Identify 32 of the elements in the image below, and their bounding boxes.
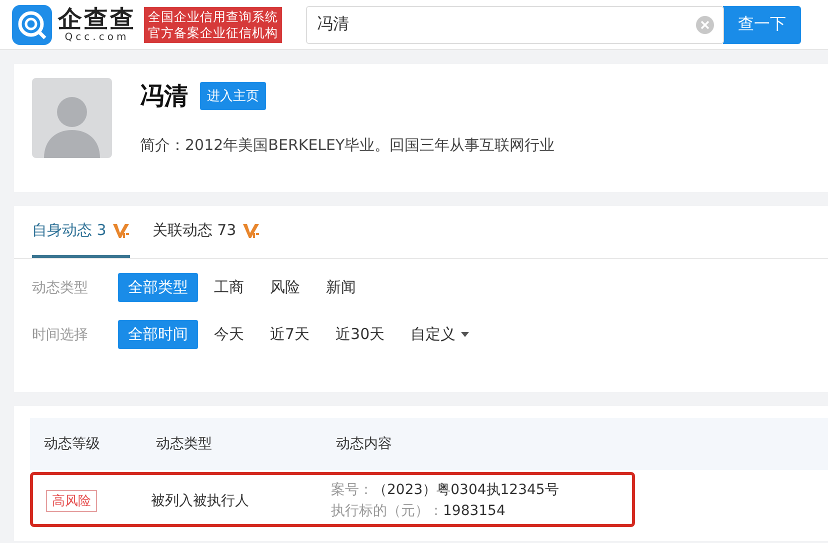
homepage-button[interactable]: 进入主页 <box>200 82 266 110</box>
slogan-banner: 全国企业信用查询系统 官方备案企业征信机构 <box>144 6 282 42</box>
filter-option[interactable]: 新闻 <box>316 273 366 302</box>
search-button[interactable]: 查一下 <box>723 6 801 44</box>
event-type: 被列入被执行人 <box>151 492 250 510</box>
content-value: 1983154 <box>443 503 506 519</box>
column-header: 动态类型 <box>156 435 213 453</box>
filter-option[interactable]: 近7天 <box>260 320 320 349</box>
tab[interactable]: 关联动态 73 <box>152 206 260 258</box>
filter-option[interactable]: 今天 <box>204 320 254 349</box>
tab[interactable]: 自身动态 3 <box>32 206 130 258</box>
filter-label: 动态类型 <box>32 278 89 296</box>
logo-icon <box>12 4 52 44</box>
column-header: 动态内容 <box>336 435 392 453</box>
risk-level-tag: 高风险 <box>46 490 97 512</box>
content-key: 案号： <box>331 482 373 498</box>
filter-option[interactable]: 工商 <box>204 273 254 302</box>
filter-option[interactable]: 自定义 <box>400 320 479 349</box>
clear-icon[interactable] <box>696 16 714 34</box>
filter-option[interactable]: 近30天 <box>326 320 395 349</box>
filter-option[interactable]: 全部类型 <box>118 273 198 302</box>
filter-option[interactable]: 风险 <box>260 273 310 302</box>
logo-domain: Qcc.com <box>64 32 130 42</box>
search-field[interactable]: 冯清 <box>306 6 724 44</box>
filter-label: 时间选择 <box>32 326 89 344</box>
content-value: （2023）粤0304执12345号 <box>373 482 559 498</box>
column-header: 动态等级 <box>44 435 101 453</box>
filter-option[interactable]: 全部时间 <box>118 320 198 349</box>
intro-text: 简介：2012年美国BERKELEY毕业。回国三年从事互联网行业 <box>140 136 555 155</box>
logo-text: 企查查 <box>58 6 136 30</box>
content-key: 执行标的（元）： <box>331 503 443 519</box>
person-name: 冯清 <box>140 81 188 112</box>
